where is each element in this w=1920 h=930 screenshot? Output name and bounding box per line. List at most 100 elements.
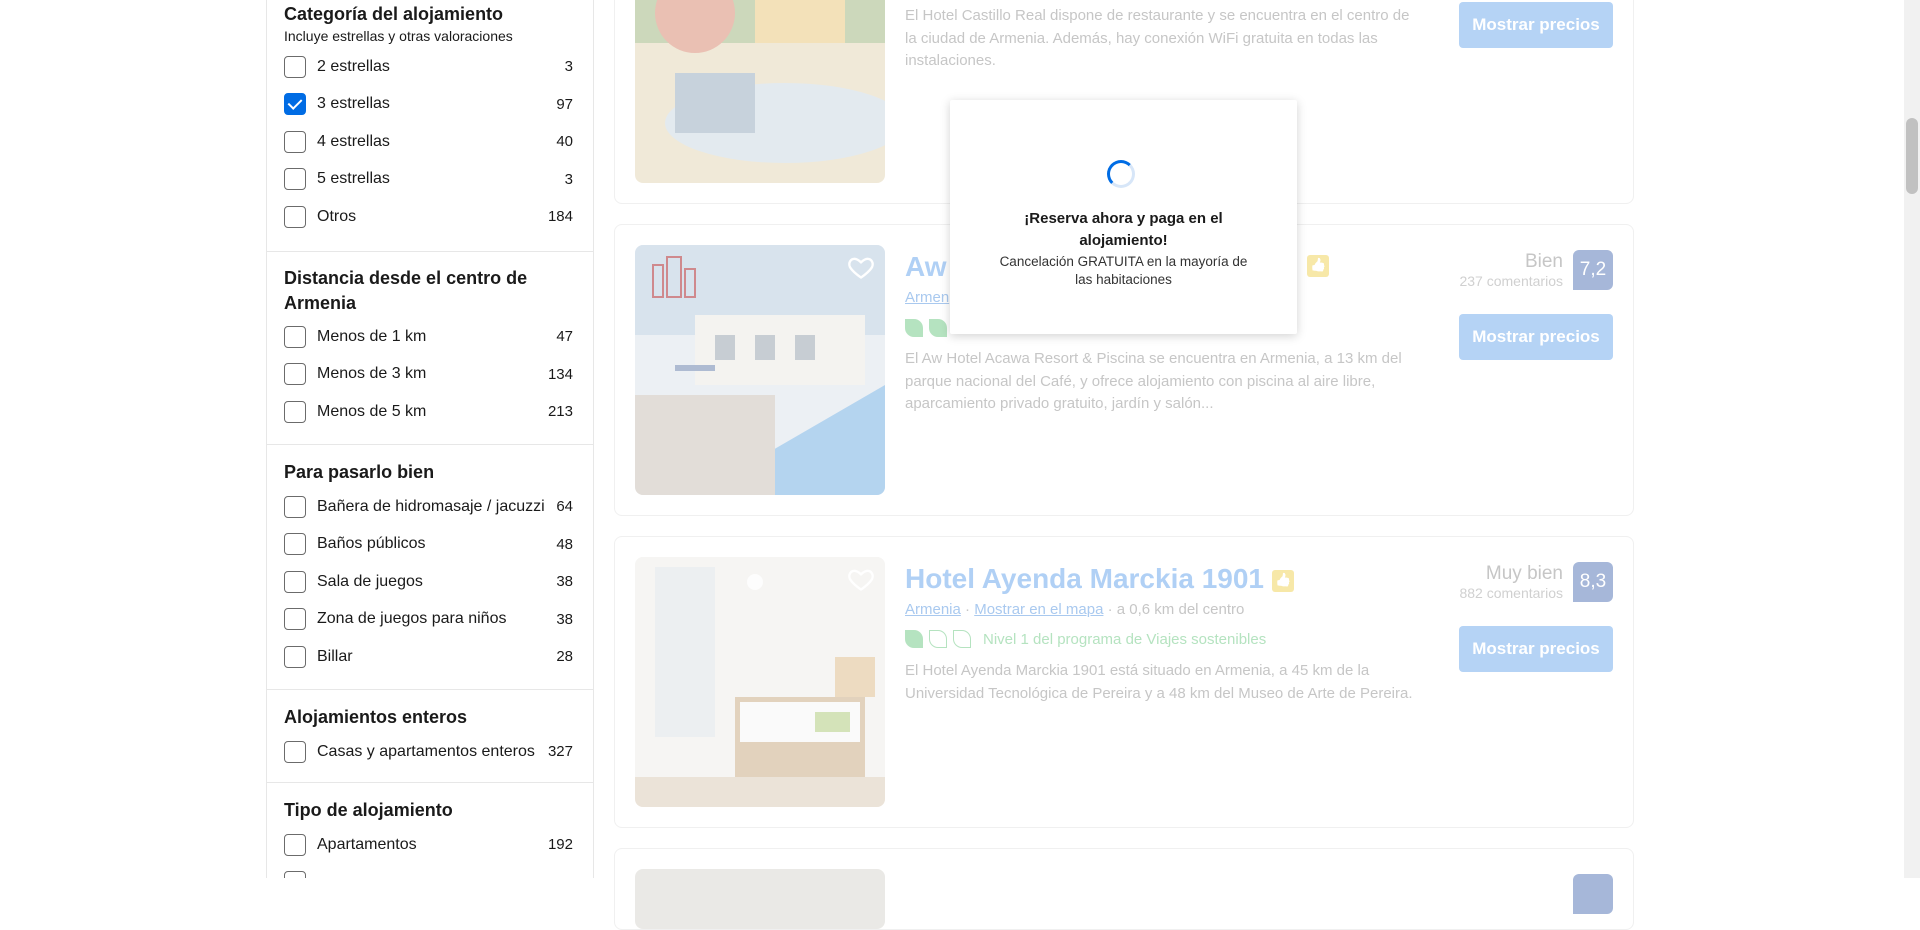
filter-option-count: 40 <box>556 133 573 151</box>
checkbox-checked[interactable] <box>284 93 306 116</box>
show-prices-button[interactable]: Mostrar precios <box>1459 2 1613 48</box>
filters-sidebar: Categoría del alojamiento Incluye estrel… <box>266 0 594 878</box>
property-location: Armenia · Mostrar en el mapa · a 0,6 km … <box>905 601 1245 618</box>
review-score-word: Bien <box>1524 251 1563 272</box>
checkbox[interactable] <box>284 871 306 878</box>
filter-section-property-rating: Categoría del alojamiento Incluye estrel… <box>267 0 593 252</box>
property-card[interactable]: Hotel Ayenda Marckia 1901 Armenia · Most… <box>614 536 1634 828</box>
filter-option-entire-homes[interactable]: Casas y apartamentos enteros 327 <box>284 733 573 771</box>
filter-section-entire-homes: Alojamientos enteros Casas y apartamento… <box>267 690 593 783</box>
city-link[interactable]: Armenia <box>905 601 961 618</box>
filter-option-count: 64 <box>556 498 573 516</box>
thumbs-up-icon <box>1307 255 1329 277</box>
heart-icon[interactable] <box>847 565 875 593</box>
filter-option-game-room[interactable]: Sala de juegos 38 <box>284 563 573 601</box>
filter-section-title: Distancia desde el centro de Armenia <box>284 268 528 313</box>
photo-image <box>635 0 885 183</box>
checkbox[interactable] <box>284 833 306 856</box>
property-photo[interactable] <box>635 869 885 929</box>
page-scrollbar[interactable] <box>1904 0 1920 878</box>
filter-option-count: 97 <box>556 95 573 113</box>
filter-option-count: 38 <box>556 573 573 591</box>
filter-option-3-stars[interactable]: 3 estrellas 97 <box>284 86 573 124</box>
filter-option-less-1km[interactable]: Menos de 1 km 47 <box>284 318 573 356</box>
filter-option-count: 134 <box>547 365 573 383</box>
checkbox[interactable] <box>284 400 306 423</box>
filter-option-label: 2 estrellas <box>317 57 390 75</box>
thumbs-up-icon <box>1271 569 1294 592</box>
property-photo[interactable] <box>635 557 885 807</box>
show-prices-button[interactable]: Mostrar precios <box>1459 314 1613 360</box>
property-title[interactable]: Aw <box>905 251 947 283</box>
sustainability-label: Nivel 1 del programa de Viajes sostenibl… <box>983 630 1267 648</box>
filter-option-less-3km[interactable]: Menos de 3 km 134 <box>284 356 573 394</box>
filter-option-count: 3 <box>564 170 573 188</box>
leaf-icon <box>905 319 923 337</box>
scrollbar-thumb[interactable] <box>1906 118 1918 194</box>
leaf-icon <box>929 630 947 648</box>
filter-section-subtitle: Incluye estrellas y otras valoraciones <box>284 28 513 44</box>
filter-option-count: 184 <box>547 208 573 226</box>
filter-option-kids-playground[interactable]: Zona de juegos para niños 38 <box>284 601 573 639</box>
checkbox[interactable] <box>284 55 306 78</box>
filter-option-count: 327 <box>547 743 573 761</box>
filter-option-label: Baños públicos <box>317 535 426 553</box>
filter-option-public-bath[interactable]: Baños públicos 48 <box>284 526 573 564</box>
filter-option-label: 3 estrellas <box>317 95 390 113</box>
show-prices-button[interactable]: Mostrar precios <box>1459 626 1613 672</box>
checkbox[interactable] <box>284 570 306 593</box>
property-location: Armen <box>905 289 949 306</box>
distance-from-center: a 0,6 km del centro <box>1116 601 1245 618</box>
filter-option-billiards[interactable]: Billar 28 <box>284 638 573 676</box>
filter-option-apartments[interactable]: Apartamentos 192 <box>284 826 573 864</box>
filter-option-label: Sala de juegos <box>317 572 423 590</box>
filter-option-label: Menos de 1 km <box>317 327 427 345</box>
sustainability-badge <box>905 319 947 337</box>
checkbox[interactable] <box>284 495 306 518</box>
filter-option-next[interactable] <box>284 864 573 878</box>
review-count: 237 comentarios <box>1459 273 1563 289</box>
checkbox[interactable] <box>284 645 306 668</box>
photo-image <box>635 557 885 807</box>
filter-option-hot-tub[interactable]: Bañera de hidromasaje / jacuzzi 64 <box>284 488 573 526</box>
filter-option-label: Bañera de hidromasaje / jacuzzi <box>317 497 545 515</box>
filter-section-title: Alojamientos enteros <box>284 707 468 727</box>
dialog-subtitle: Cancelación GRATUITA en la mayoría de la… <box>999 254 1248 287</box>
review-score-badge: 7,2 <box>1573 250 1613 290</box>
review-score-badge <box>1573 874 1613 914</box>
checkbox[interactable] <box>284 608 306 631</box>
review-count: 882 comentarios <box>1459 585 1563 601</box>
checkbox[interactable] <box>284 205 306 228</box>
property-title[interactable]: Hotel Ayenda Marckia 1901 <box>905 563 1294 595</box>
checkbox[interactable] <box>284 325 306 348</box>
sustainability-badge: Nivel 1 del programa de Viajes sostenibl… <box>905 630 1266 648</box>
checkbox[interactable] <box>284 533 306 556</box>
dialog-title: ¡Reserva ahora y paga en el alojamiento! <box>1024 210 1223 249</box>
filter-option-label: 5 estrellas <box>317 170 390 188</box>
show-on-map-link[interactable]: Mostrar en el mapa <box>974 601 1103 618</box>
checkbox[interactable] <box>284 363 306 386</box>
city-link[interactable]: Armen <box>905 289 949 306</box>
filter-option-4-stars[interactable]: 4 estrellas 40 <box>284 123 573 161</box>
filter-section-property-type: Tipo de alojamiento Apartamentos 192 <box>267 783 593 878</box>
filter-section-title: Para pasarlo bien <box>284 462 435 482</box>
property-card[interactable] <box>614 848 1634 930</box>
checkbox[interactable] <box>284 130 306 153</box>
checkbox[interactable] <box>284 168 306 191</box>
filter-option-label: Billar <box>317 647 353 665</box>
filter-option-count: 213 <box>547 403 573 421</box>
filter-option-count: 3 <box>564 58 573 76</box>
filter-option-label: Zona de juegos para niños <box>317 610 507 628</box>
hotel-logo-image <box>652 256 696 298</box>
heart-icon[interactable] <box>847 253 875 281</box>
leaf-icon <box>929 319 947 337</box>
filter-option-5-stars[interactable]: 5 estrellas 3 <box>284 161 573 199</box>
filter-option-label: Otros <box>317 207 357 225</box>
filter-option-others[interactable]: Otros 184 <box>284 198 573 236</box>
filter-option-2-stars[interactable]: 2 estrellas 3 <box>284 48 573 86</box>
property-photo[interactable] <box>635 0 885 183</box>
checkbox[interactable] <box>284 740 306 763</box>
filter-section-title: Tipo de alojamiento <box>284 800 453 820</box>
filter-option-less-5km[interactable]: Menos de 5 km 213 <box>284 393 573 431</box>
filter-option-count: 192 <box>547 836 573 854</box>
